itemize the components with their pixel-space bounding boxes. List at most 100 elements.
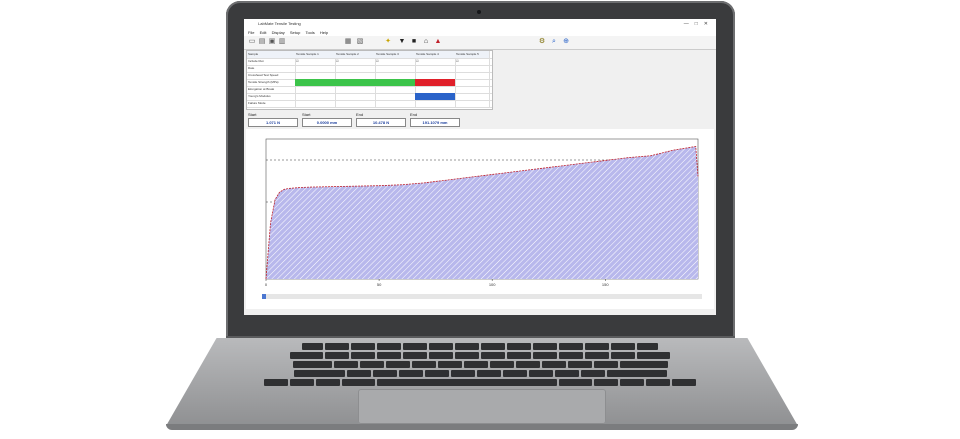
keyboard-key[interactable] [619,361,668,368]
keyboard-key[interactable] [611,352,635,359]
eject-icon[interactable]: ▲ [434,38,442,46]
menu-help[interactable]: Help [320,30,328,35]
keyboard-key[interactable] [333,361,358,368]
keyboard-key[interactable] [424,370,449,377]
keyboard-key[interactable] [351,352,375,359]
save-icon[interactable]: ▣ [268,38,276,46]
keyboard-key[interactable] [293,370,345,377]
keyboard-key[interactable] [377,352,401,359]
keyboard-key[interactable] [541,361,566,368]
keyboard-key[interactable] [264,379,288,386]
keyboard-key[interactable] [403,343,427,350]
keyboard-key[interactable] [585,352,609,359]
settings-icon[interactable]: ⚙ [538,38,546,46]
trackpad[interactable] [358,389,606,424]
keyboard-key[interactable] [637,343,658,350]
filter-icon[interactable]: ✦ [384,38,392,46]
new-icon[interactable]: ▭ [248,38,256,46]
keyboard-key[interactable] [567,361,592,368]
keyboard-key[interactable] [316,379,340,386]
keyboard-key[interactable] [476,370,501,377]
keyboard-key[interactable] [455,352,479,359]
keyboard-key[interactable] [437,361,462,368]
keyboard-key[interactable] [507,352,531,359]
chart-icon[interactable]: ▦ [344,38,352,46]
keyboard-key[interactable] [290,352,323,359]
keyboard-key[interactable] [429,343,453,350]
keyboard-key[interactable] [481,343,505,350]
close-button[interactable]: ✕ [704,21,714,27]
keyboard-key[interactable] [585,343,609,350]
keyboard-key[interactable] [372,370,397,377]
keyboard-key[interactable] [620,379,644,386]
window-controls[interactable]: —□✕ [684,19,714,29]
keyboard-key[interactable] [502,370,527,377]
keyboard-key[interactable] [594,379,618,386]
keyboard-key[interactable] [398,370,423,377]
table-cell: Young's Modulus [247,93,296,100]
keyboard-key[interactable] [646,379,670,386]
maximize-button[interactable]: □ [695,21,704,27]
keyboard-key[interactable] [559,352,583,359]
plot-area[interactable]: 0 50 100 150 [246,129,714,309]
keyboard-key[interactable] [637,352,670,359]
menu-edit[interactable]: Edit [260,30,267,35]
keyboard-key[interactable] [377,379,557,386]
keyboard-key[interactable] [463,361,488,368]
keyboard-key[interactable] [290,379,314,386]
menu-tools[interactable]: Tools [305,30,314,35]
start-x-value[interactable]: 0.0000 mm [302,118,352,127]
table-row[interactable]: Failure Mode [247,100,492,108]
keyboard-key[interactable] [385,361,410,368]
menu-file[interactable]: File [248,30,254,35]
keyboard-key[interactable] [533,343,557,350]
menu-bar: File Edit Display Setup Tools Help [244,29,716,36]
minimize-button[interactable]: — [684,21,695,27]
magnifier-icon[interactable]: ⌕ [550,38,558,46]
keyboard-key[interactable] [411,361,436,368]
keyboard-key[interactable] [672,379,696,386]
keyboard-key[interactable] [528,370,553,377]
horizontal-scrollbar[interactable] [262,294,702,299]
end-y-value[interactable]: 10.478 N [356,118,406,127]
keyboard-key[interactable] [403,352,427,359]
keyboard-key[interactable] [450,370,475,377]
stop-icon[interactable]: ■ [410,38,418,46]
menu-setup[interactable]: Setup [290,30,300,35]
keyboard-key[interactable] [325,352,349,359]
keyboard-key[interactable] [559,343,583,350]
keyboard-key[interactable] [515,361,540,368]
keyboard-key[interactable] [533,352,557,359]
keyboard-key[interactable] [489,361,514,368]
end-x-value[interactable]: 191.1079 mm [410,118,460,127]
keyboard-key[interactable] [302,343,323,350]
keyboard-key[interactable] [346,370,371,377]
keyboard-row [194,370,766,377]
start-y-value[interactable]: 1.071 N [248,118,298,127]
keyboard-key[interactable] [342,379,375,386]
keyboard-key[interactable] [455,343,479,350]
down-arrow-icon[interactable]: ▼ [398,38,406,46]
keyboard-key[interactable] [377,343,401,350]
force-displacement-chart[interactable]: 0 50 100 150 [246,129,714,294]
keyboard-key[interactable] [593,361,618,368]
keyboard-key[interactable] [481,352,505,359]
home-icon[interactable]: ⌂ [422,38,430,46]
open-icon[interactable]: ▤ [258,38,266,46]
menu-display[interactable]: Display [272,30,285,35]
keyboard-key[interactable] [429,352,453,359]
keyboard-key[interactable] [351,343,375,350]
keyboard-key[interactable] [606,370,667,377]
keyboard-key[interactable] [292,361,332,368]
keyboard-key[interactable] [359,361,384,368]
keyboard-key[interactable] [580,370,605,377]
keyboard-key[interactable] [559,379,592,386]
keyboard-key[interactable] [325,343,349,350]
zoom-icon[interactable]: ▧ [356,38,364,46]
keyboard-key[interactable] [611,343,635,350]
print-icon[interactable]: ▥ [278,38,286,46]
target-icon[interactable]: ⊕ [562,38,570,46]
scrollbar-thumb[interactable] [262,294,266,299]
keyboard-key[interactable] [507,343,531,350]
keyboard-key[interactable] [554,370,579,377]
